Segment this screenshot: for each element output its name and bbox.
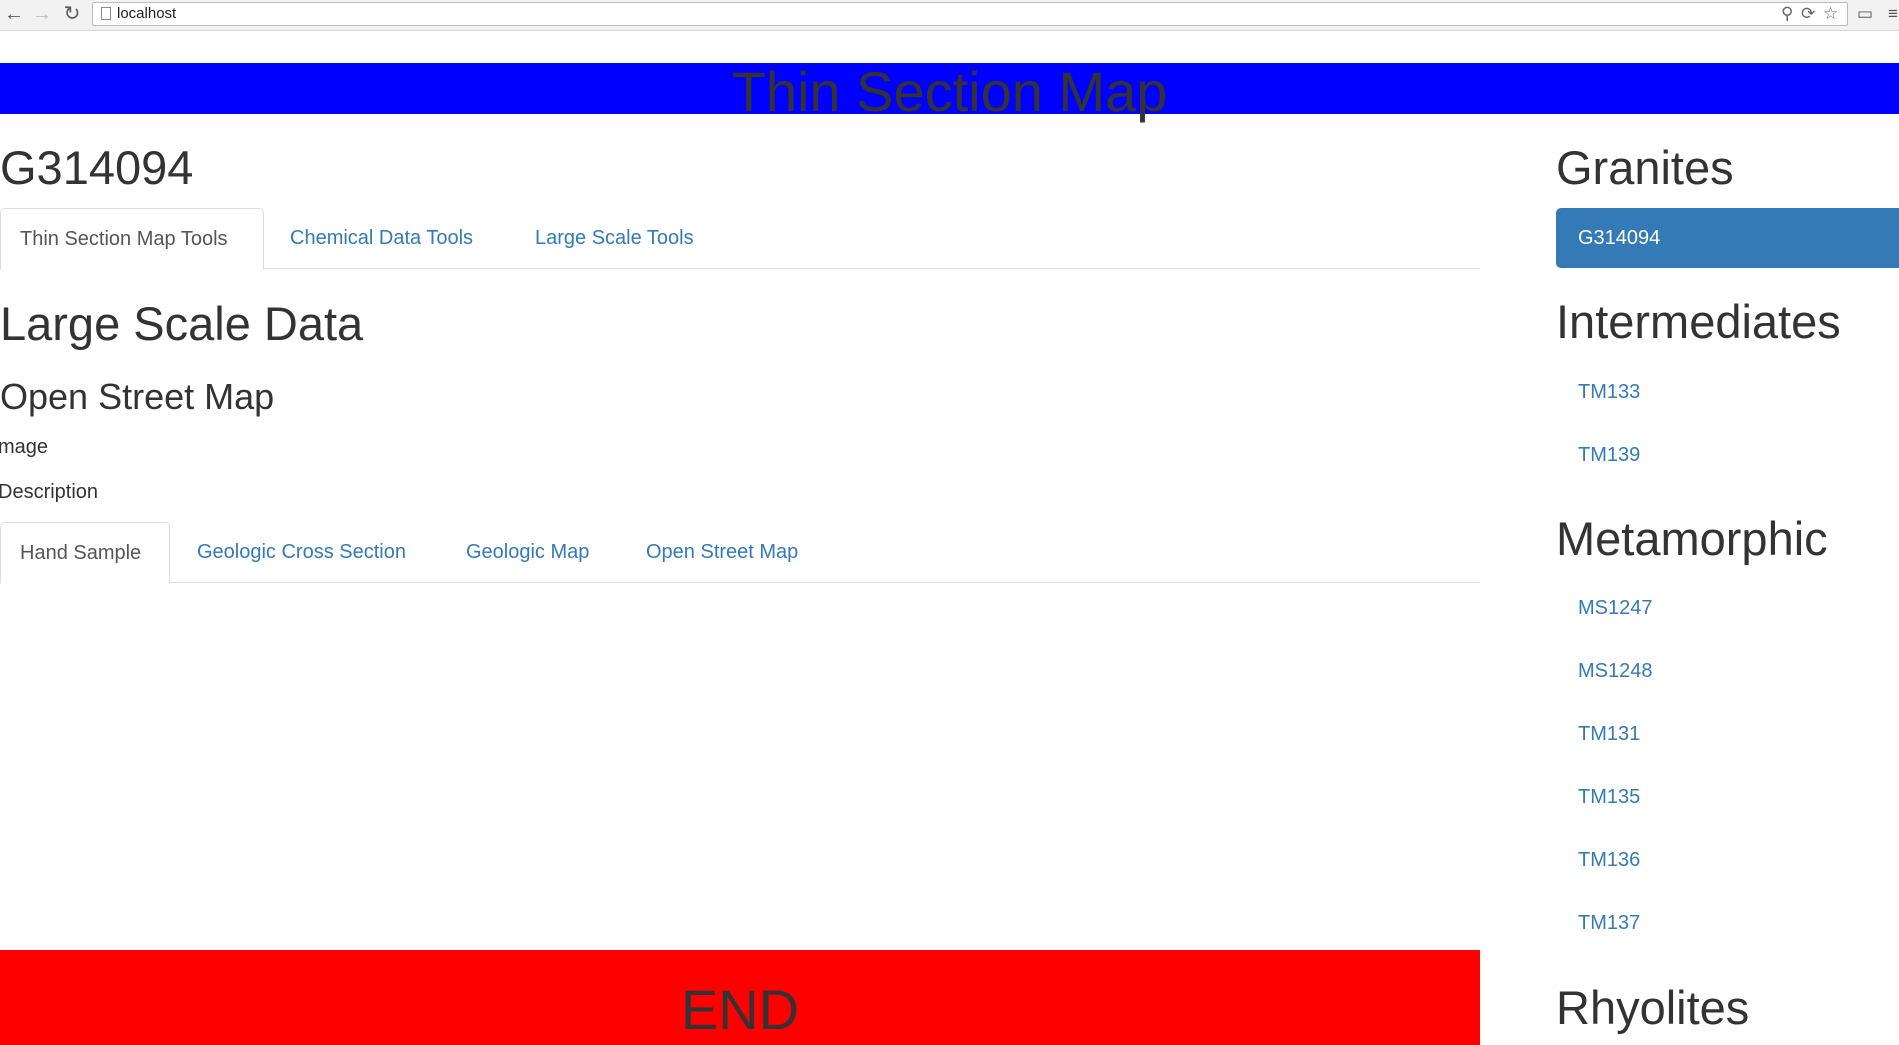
tab-label: Geologic Map [466, 541, 590, 563]
tab-chemical-data-tools[interactable]: Chemical Data Tools [266, 208, 516, 269]
sidebar-item-g314094[interactable]: G314094 [1556, 208, 1899, 268]
sync-icon[interactable]: ⟳ [1801, 4, 1815, 24]
sidebar-heading-granites: Granites [1556, 141, 1734, 194]
tab-thin-section-map-tools[interactable]: Thin Section Map Tools [0, 208, 264, 270]
sidebar-item-tm133[interactable]: TM133 [1556, 362, 1899, 422]
sidebar-heading-intermediates: Intermediates [1556, 295, 1841, 348]
sidebar-heading-rhyolites: Rhyolites [1556, 981, 1750, 1034]
tab-hand-sample[interactable]: Hand Sample [0, 522, 170, 584]
cast-icon[interactable]: ▭ [1857, 3, 1873, 25]
reload-icon[interactable]: ↻ [60, 3, 84, 25]
image-label: mage [0, 436, 49, 458]
page-icon [101, 7, 111, 20]
tab-label: Large Scale Tools [535, 227, 694, 249]
tab-label: Geologic Cross Section [197, 541, 406, 563]
url-text[interactable]: localhost [117, 5, 176, 23]
sidebar-item-tm137[interactable]: TM137 [1556, 893, 1899, 953]
description-label: Description [0, 481, 99, 503]
sidebar-item-tm139[interactable]: TM139 [1556, 425, 1899, 485]
tab-geologic-cross-section[interactable]: Geologic Cross Section [172, 522, 434, 583]
sample-title: G314094 [0, 141, 194, 194]
sidebar-item-tm136[interactable]: TM136 [1556, 830, 1899, 890]
tab-label: Hand Sample [20, 542, 142, 564]
sidebar-item-ms1247[interactable]: MS1247 [1556, 578, 1899, 638]
tab-large-scale-tools[interactable]: Large Scale Tools [516, 208, 726, 269]
tab-geologic-map[interactable]: Geologic Map [436, 522, 624, 583]
tab-label: Open Street Map [646, 541, 799, 563]
forward-icon[interactable]: → [30, 3, 54, 25]
sidebar-item-tm131[interactable]: TM131 [1556, 704, 1899, 764]
sidebar-item-ms1248[interactable]: MS1248 [1556, 641, 1899, 701]
tool-tabs: Thin Section Map Tools Chemical Data Too… [0, 208, 1480, 270]
sidebar-heading-metamorphic: Metamorphic [1556, 512, 1828, 565]
tab-label: Thin Section Map Tools [20, 228, 228, 250]
sidebar-item-tm135[interactable]: TM135 [1556, 767, 1899, 827]
browser-toolbar: ← → ↻ localhost ⚲ ⟳ ☆ ▭ ≡ [0, 0, 1899, 31]
data-tabs: Hand Sample Geologic Cross Section Geolo… [0, 522, 1480, 584]
section-title: Large Scale Data [0, 297, 364, 350]
zoom-icon[interactable]: ⚲ [1781, 4, 1793, 24]
back-icon[interactable]: ← [2, 3, 26, 25]
address-bar[interactable]: localhost ⚲ ⟳ ☆ [92, 2, 1848, 26]
site-title: Thin Section Map [731, 60, 1168, 123]
subsection-title: Open Street Map [0, 376, 275, 417]
tab-open-street-map[interactable]: Open Street Map [626, 522, 826, 583]
bookmark-star-icon[interactable]: ☆ [1823, 4, 1838, 24]
menu-icon[interactable]: ≡ [1888, 3, 1898, 25]
tab-label: Chemical Data Tools [290, 227, 474, 249]
footer-text: END [680, 978, 800, 1041]
